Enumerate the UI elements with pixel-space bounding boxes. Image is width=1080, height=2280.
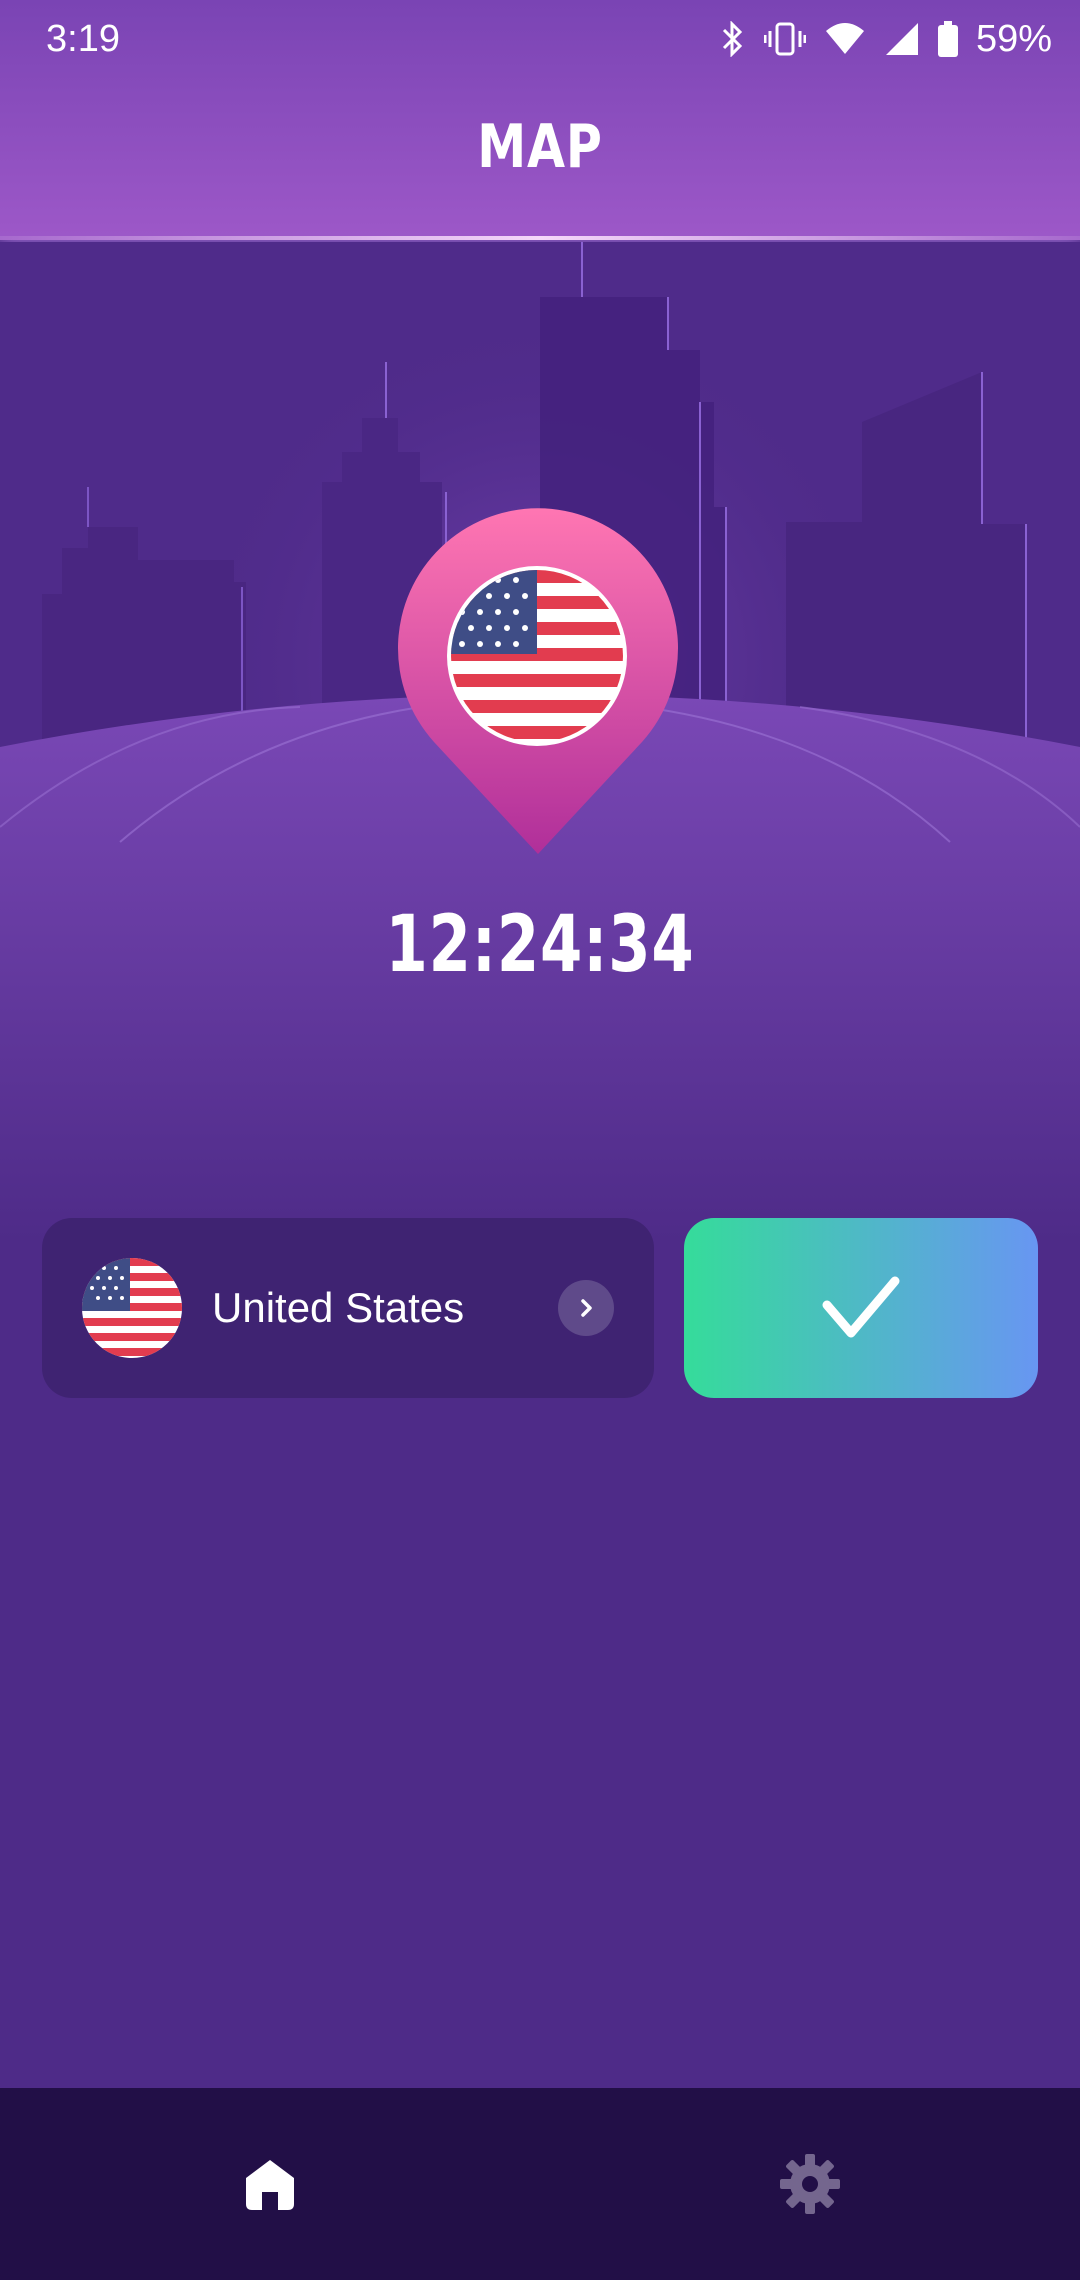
page-title: MAP (477, 112, 603, 182)
nav-settings[interactable] (540, 2088, 1080, 2280)
bottom-navigation (0, 2088, 1080, 2280)
city-illustration (0, 242, 1080, 1242)
status-time: 3:19 (46, 17, 120, 60)
status-bar: 3:19 59% (0, 0, 1080, 78)
chevron-right-icon (558, 1280, 614, 1336)
check-icon (822, 1276, 900, 1338)
vibrate-icon (763, 21, 806, 57)
battery-percent: 59% (975, 17, 1052, 60)
nav-home[interactable] (0, 2088, 540, 2280)
bluetooth-icon (720, 21, 746, 57)
connect-button[interactable] (684, 1218, 1038, 1398)
battery-icon (937, 21, 958, 57)
gear-icon (780, 2154, 840, 2214)
home-icon (246, 2160, 294, 2210)
country-name: United States (212, 1284, 465, 1331)
us-flag-icon (82, 1258, 182, 1358)
server-selector[interactable]: United States (42, 1218, 654, 1398)
connection-timer: 12:24:34 (385, 900, 695, 990)
signal-icon (884, 21, 920, 57)
wifi-icon (824, 21, 866, 57)
